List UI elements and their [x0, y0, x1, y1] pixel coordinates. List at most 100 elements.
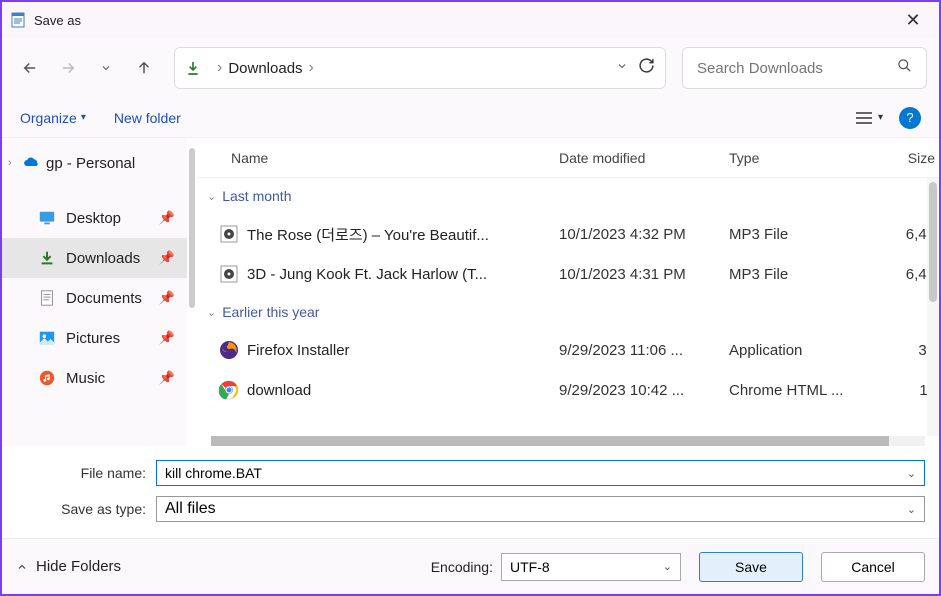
search-icon[interactable] — [897, 58, 912, 78]
chevron-down-icon[interactable]: ⌄ — [907, 467, 916, 480]
file-name: download — [247, 382, 559, 399]
column-headers: Name Date modified Type Size — [197, 138, 939, 178]
sidebar-item-music[interactable]: Music 📌 — [2, 358, 187, 398]
breadcrumb-location[interactable]: Downloads — [228, 60, 302, 77]
refresh-button[interactable] — [638, 57, 655, 79]
filename-input[interactable] — [165, 465, 907, 481]
pin-icon: 📌 — [159, 290, 175, 306]
address-dropdown[interactable] — [616, 59, 628, 77]
chevron-right-icon[interactable]: › — [8, 157, 22, 169]
file-name: 3D - Jung Kook Ft. Jack Harlow (T... — [247, 266, 559, 283]
firefox-icon — [219, 340, 239, 360]
savetype-field[interactable]: All files ⌄ — [156, 496, 925, 522]
vertical-scrollbar[interactable] — [927, 178, 939, 436]
group-header[interactable]: ⌄ Earlier this year — [197, 294, 939, 330]
chevron-down-icon[interactable]: ⌄ — [907, 503, 916, 516]
save-button[interactable]: Save — [699, 552, 803, 582]
back-button[interactable] — [14, 52, 46, 84]
file-type: Chrome HTML ... — [729, 382, 884, 399]
pin-icon: 📌 — [159, 330, 175, 346]
horizontal-scrollbar[interactable] — [211, 436, 925, 446]
file-date: 10/1/2023 4:31 PM — [559, 266, 729, 283]
file-list: Name Date modified Type Size ⌄ Last month… — [197, 138, 939, 446]
address-bar[interactable]: › Downloads › — [174, 47, 666, 89]
group-label: Earlier this year — [222, 304, 319, 320]
pin-icon: 📌 — [159, 210, 175, 226]
desktop-icon — [38, 209, 56, 227]
pin-icon: 📌 — [159, 250, 175, 266]
new-folder-button[interactable]: New folder — [114, 110, 181, 126]
tree-item-onedrive[interactable]: › gp - Personal — [2, 146, 187, 180]
file-name: Firefox Installer — [247, 342, 559, 359]
form-area: File name: ⌄ Save as type: All files ⌄ — [2, 446, 939, 538]
column-date[interactable]: Date modified — [559, 150, 729, 166]
toolbar: Organize ▾ New folder ▾ ? — [2, 98, 939, 138]
organize-menu[interactable]: Organize ▾ — [20, 110, 86, 126]
savetype-label: Save as type: — [16, 501, 156, 517]
sidebar-item-label: Desktop — [66, 210, 121, 227]
sidebar-item-label: Music — [66, 370, 105, 387]
group-label: Last month — [222, 188, 291, 204]
audio-icon — [219, 224, 239, 244]
chevron-right-icon: › — [217, 59, 222, 77]
file-date: 9/29/2023 10:42 ... — [559, 382, 729, 399]
tree-item-label: gp - Personal — [46, 155, 135, 172]
file-row[interactable]: The Rose (더로즈) – You're Beautif...10/1/2… — [197, 214, 939, 254]
onedrive-icon — [22, 157, 40, 169]
column-type[interactable]: Type — [729, 150, 884, 166]
close-button[interactable]: ✕ — [895, 10, 931, 31]
forward-button[interactable] — [52, 52, 84, 84]
window-title: Save as — [34, 13, 895, 28]
navbar: › Downloads › — [2, 38, 939, 98]
encoding-label: Encoding: — [431, 559, 493, 575]
file-row[interactable]: download9/29/2023 10:42 ...Chrome HTML .… — [197, 370, 939, 410]
hide-folders-label: Hide Folders — [36, 558, 121, 575]
music-icon — [38, 369, 56, 387]
column-size[interactable]: Size — [884, 150, 939, 166]
group-header[interactable]: ⌄ Last month — [197, 178, 939, 214]
sidebar-item-label: Pictures — [66, 330, 120, 347]
chevron-up-icon — [16, 561, 28, 573]
navigation-pane: › gp - Personal Desktop📌Downloads📌Docume… — [2, 138, 187, 446]
chevron-right-icon[interactable]: › — [309, 59, 314, 77]
help-button[interactable]: ? — [899, 107, 921, 129]
audio-icon — [219, 264, 239, 284]
chevron-down-icon: ⌄ — [207, 190, 216, 203]
sidebar-item-desktop[interactable]: Desktop 📌 — [2, 198, 187, 238]
file-row[interactable]: 3D - Jung Kook Ft. Jack Harlow (T...10/1… — [197, 254, 939, 294]
sidebar-item-downloads[interactable]: Downloads 📌 — [2, 238, 187, 278]
file-date: 10/1/2023 4:32 PM — [559, 226, 729, 243]
encoding-value: UTF-8 — [510, 559, 550, 575]
column-name[interactable]: Name — [231, 150, 559, 166]
search-input[interactable] — [697, 60, 897, 77]
hide-folders-button[interactable]: Hide Folders — [16, 558, 121, 575]
savetype-value: All files — [165, 500, 907, 518]
chevron-down-icon: ⌄ — [663, 560, 672, 573]
pin-icon: 📌 — [159, 370, 175, 386]
file-type: Application — [729, 342, 884, 359]
file-type: MP3 File — [729, 226, 884, 243]
file-type: MP3 File — [729, 266, 884, 283]
downloads-location-icon — [185, 60, 201, 76]
search-box[interactable] — [682, 47, 927, 89]
up-button[interactable] — [128, 52, 160, 84]
cancel-button[interactable]: Cancel — [821, 552, 925, 582]
save-as-dialog: Save as ✕ › Downloads › Organize ▾ New f… — [0, 0, 941, 596]
file-row[interactable]: Firefox Installer9/29/2023 11:06 ...Appl… — [197, 330, 939, 370]
sidebar-scrollbar[interactable] — [187, 138, 197, 446]
sidebar-item-label: Documents — [66, 290, 142, 307]
recent-dropdown[interactable] — [90, 52, 122, 84]
view-options-button[interactable]: ▾ — [856, 111, 883, 125]
sidebar-item-pictures[interactable]: Pictures 📌 — [2, 318, 187, 358]
footer: Hide Folders Encoding: UTF-8 ⌄ Save Canc… — [2, 538, 939, 594]
filename-field[interactable]: ⌄ — [156, 460, 925, 486]
sidebar-item-label: Downloads — [66, 250, 140, 267]
chevron-down-icon: ⌄ — [207, 306, 216, 319]
titlebar: Save as ✕ — [2, 2, 939, 38]
pictures-icon — [38, 329, 56, 347]
encoding-select[interactable]: UTF-8 ⌄ — [501, 553, 681, 581]
sidebar-item-documents[interactable]: Documents 📌 — [2, 278, 187, 318]
downloads-icon — [38, 249, 56, 267]
notepad-icon — [10, 12, 26, 28]
filename-label: File name: — [16, 465, 156, 481]
